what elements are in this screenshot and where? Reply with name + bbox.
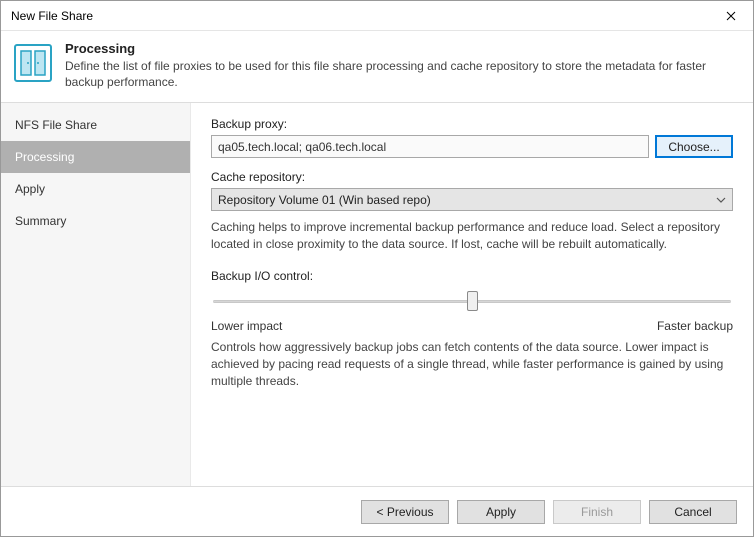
wizard-header: Processing Define the list of file proxi… <box>1 31 753 103</box>
backup-proxy-row: qa05.tech.local; qa06.tech.local Choose.… <box>211 135 733 158</box>
cancel-button[interactable]: Cancel <box>649 500 737 524</box>
io-control-range-labels: Lower impact Faster backup <box>211 319 733 333</box>
page-description: Define the list of file proxies to be us… <box>65 58 741 90</box>
cache-repository-select[interactable]: Repository Volume 01 (Win based repo) <box>211 188 733 211</box>
close-button[interactable] <box>708 1 753 30</box>
sidebar-item-processing[interactable]: Processing <box>1 141 190 173</box>
wizard-header-text: Processing Define the list of file proxi… <box>65 41 741 90</box>
wizard-steps-sidebar: NFS File Share Processing Apply Summary <box>1 103 191 486</box>
window-title: New File Share <box>11 9 93 23</box>
finish-button: Finish <box>553 500 641 524</box>
wizard-footer: < Previous Apply Finish Cancel <box>1 486 753 536</box>
title-bar: New File Share <box>1 1 753 31</box>
sidebar-item-apply[interactable]: Apply <box>1 173 190 205</box>
cache-repository-help: Caching helps to improve incremental bac… <box>211 219 733 253</box>
io-control-help: Controls how aggressively backup jobs ca… <box>211 339 733 389</box>
cache-repository-label: Cache repository: <box>211 170 733 184</box>
close-icon <box>726 11 736 21</box>
backup-proxy-label: Backup proxy: <box>211 117 733 131</box>
wizard-content: Backup proxy: qa05.tech.local; qa06.tech… <box>191 103 753 486</box>
io-control-slider[interactable] <box>213 289 731 315</box>
wizard-window: New File Share Processing Define the lis… <box>0 0 754 537</box>
previous-button[interactable]: < Previous <box>361 500 449 524</box>
io-low-label: Lower impact <box>211 319 282 333</box>
slider-thumb[interactable] <box>467 291 478 311</box>
sidebar-item-nfs-file-share[interactable]: NFS File Share <box>1 109 190 141</box>
wizard-body: NFS File Share Processing Apply Summary … <box>1 103 753 486</box>
backup-proxy-input[interactable]: qa05.tech.local; qa06.tech.local <box>211 135 649 158</box>
io-control-label: Backup I/O control: <box>211 269 733 283</box>
sidebar-item-summary[interactable]: Summary <box>1 205 190 237</box>
apply-button[interactable]: Apply <box>457 500 545 524</box>
chevron-down-icon <box>716 195 726 205</box>
choose-proxy-button[interactable]: Choose... <box>655 135 733 158</box>
io-high-label: Faster backup <box>657 319 733 333</box>
backup-proxy-value: qa05.tech.local; qa06.tech.local <box>218 140 386 154</box>
cache-repository-value: Repository Volume 01 (Win based repo) <box>218 193 431 207</box>
page-title: Processing <box>65 41 741 56</box>
wizard-icon <box>13 43 53 83</box>
